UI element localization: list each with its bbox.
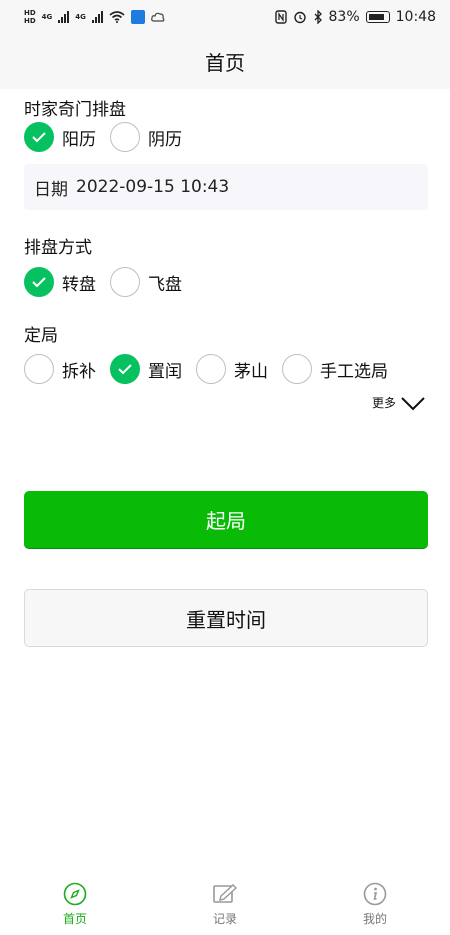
radio-checked-icon <box>24 267 54 297</box>
chevron-down-icon <box>401 396 425 410</box>
status-bar: HD HD 4G 4G 83% 10:48 <box>0 0 450 34</box>
status-bar-right: 83% 10:48 <box>274 9 436 25</box>
edit-icon <box>213 884 238 903</box>
tab-mine[interactable]: 我的 <box>300 872 450 927</box>
alarm-icon <box>293 11 306 24</box>
signal-icon <box>91 11 103 23</box>
start-button-label: 起局 <box>206 509 246 533</box>
cloud-icon <box>151 12 165 22</box>
radio-checked-icon <box>110 354 140 384</box>
tab-records[interactable]: 记录 <box>150 872 300 927</box>
radio-unchecked-icon <box>24 354 54 384</box>
hd-label-1: HD <box>24 9 36 17</box>
date-label: 日期 <box>34 179 68 200</box>
method-radio-group: 转盘 飞盘 <box>24 266 196 298</box>
nfc-icon <box>274 10 287 24</box>
info-icon <box>363 882 387 906</box>
compass-icon <box>63 882 87 906</box>
radio-zhirun[interactable]: 置闰 <box>110 354 182 384</box>
radio-label: 阴历 <box>148 129 182 150</box>
radio-label: 转盘 <box>62 274 96 295</box>
radio-label: 飞盘 <box>148 274 182 295</box>
battery-icon <box>365 11 390 23</box>
network-type-2: 4G <box>75 12 86 21</box>
radio-fly[interactable]: 飞盘 <box>110 267 182 297</box>
calendar-section-title: 时家奇门排盘 <box>24 100 126 120</box>
date-field[interactable]: 日期 2022-09-15 10:43 <box>24 164 428 210</box>
more-toggle[interactable]: 更多 <box>372 394 426 411</box>
signal-icon <box>58 11 70 23</box>
radio-manual[interactable]: 手工选局 <box>282 354 388 384</box>
radio-label: 阳历 <box>62 129 96 150</box>
battery-percent: 83% <box>328 9 360 25</box>
radio-unchecked-icon <box>196 354 226 384</box>
radio-unchecked-icon <box>110 267 140 297</box>
reset-time-button[interactable]: 重置时间 <box>24 589 428 647</box>
start-button[interactable]: 起局 <box>24 491 428 548</box>
tab-label: 我的 <box>362 912 387 926</box>
method-section-title: 排盘方式 <box>24 238 92 258</box>
radio-unchecked-icon <box>110 122 140 152</box>
date-value: 2022-09-15 10:43 <box>76 177 230 197</box>
page-title: 首页 <box>205 51 245 75</box>
radio-unchecked-icon <box>282 354 312 384</box>
network-type-1: 4G <box>41 12 53 21</box>
radio-lunar[interactable]: 阴历 <box>110 122 182 152</box>
radio-maoshan[interactable]: 茅山 <box>196 354 268 384</box>
radio-checked-icon <box>24 122 54 152</box>
app-icon <box>130 10 145 24</box>
tab-label: 首页 <box>62 912 87 926</box>
ju-radio-group: 拆补 置闰 茅山 手工选局 <box>24 353 402 385</box>
radio-chaibu[interactable]: 拆补 <box>24 354 96 384</box>
status-bar-left: HD HD 4G 4G <box>24 9 165 25</box>
status-time: 10:48 <box>395 9 436 25</box>
ju-section-title: 定局 <box>24 326 58 346</box>
wifi-icon <box>109 11 125 23</box>
radio-label: 拆补 <box>62 361 96 382</box>
radio-label: 茅山 <box>234 361 268 382</box>
hd-icon: HD HD <box>24 9 36 25</box>
tab-bar: 首页 记录 我的 <box>0 872 450 935</box>
calendar-radio-group: 阳历 阴历 <box>24 121 196 153</box>
hd-label-2: HD <box>24 17 36 25</box>
reset-time-button-label: 重置时间 <box>186 607 266 632</box>
title-bar: 首页 <box>0 34 450 89</box>
tab-label: 记录 <box>212 912 237 926</box>
radio-label: 手工选局 <box>320 361 388 382</box>
radio-label: 置闰 <box>148 361 182 382</box>
tab-home[interactable]: 首页 <box>0 872 150 927</box>
radio-rotate[interactable]: 转盘 <box>24 267 96 297</box>
radio-solar[interactable]: 阳历 <box>24 122 96 152</box>
bluetooth-icon <box>314 10 322 24</box>
more-label: 更多 <box>371 396 396 410</box>
